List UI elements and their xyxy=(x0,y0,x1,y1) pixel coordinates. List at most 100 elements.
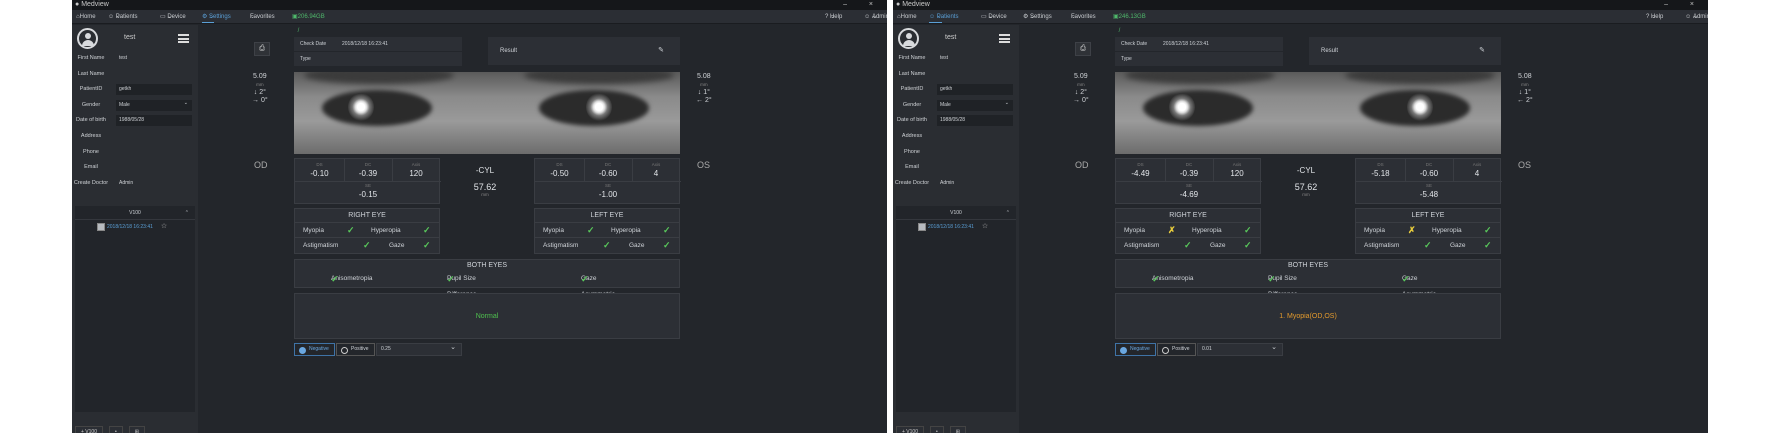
positive-radio[interactable]: Positive xyxy=(1157,343,1196,356)
record-item[interactable]: 2018/12/18 16:23:41 ☆ xyxy=(75,220,195,234)
menu-admin[interactable]: ☺ Admin ⌄ xyxy=(1685,10,1708,24)
field-value[interactable]: Admin xyxy=(116,177,192,189)
menu-settings[interactable]: ⚙ Settings ⌄ xyxy=(1023,10,1052,24)
negative-radio[interactable]: Negative xyxy=(294,343,335,356)
hamburger-menu-icon[interactable] xyxy=(999,34,1010,43)
menu-home[interactable]: ⌂ Home xyxy=(76,10,96,24)
edit-pencil-icon[interactable]: ✎ xyxy=(1479,37,1485,65)
cyl-distance: -CYL 57.62 mm xyxy=(1281,166,1331,197)
result-box: Result ✎ xyxy=(1309,37,1501,65)
star-icon[interactable]: ☆ xyxy=(161,223,167,230)
positive-radio[interactable]: Positive xyxy=(336,343,375,356)
conclusion-box: 1. Myopia(OD,OS) xyxy=(1115,293,1501,339)
menu-settings[interactable]: ⚙ Settings ⌄ xyxy=(202,10,231,23)
title-bar: ● Medview – × xyxy=(893,0,1708,10)
field-value[interactable]: Male xyxy=(116,98,192,111)
field-value[interactable] xyxy=(116,162,192,174)
od-se: -0.15 xyxy=(358,190,378,199)
grid-button[interactable]: ⊞ xyxy=(128,426,145,433)
field-value[interactable]: getkh xyxy=(937,84,1013,96)
field-value[interactable]: 1988/05/28 xyxy=(116,115,192,127)
os-label: OS xyxy=(697,160,711,170)
field-value[interactable]: test xyxy=(116,53,192,64)
record-checkbox[interactable] xyxy=(918,223,926,231)
collapse-icon[interactable]: ⌃ xyxy=(1006,206,1010,220)
result-label: Result xyxy=(500,48,518,54)
menu-patients[interactable]: ☺ Patients ⌄ xyxy=(108,10,137,24)
os-axis: 4 xyxy=(1474,169,1480,178)
right-eye-findings: RIGHT EYE Myopia ✓ Hyperopia ✓ Astigmatism ✓… xyxy=(294,208,440,254)
field-label: Email xyxy=(905,164,919,171)
threshold-select[interactable]: 0.01 xyxy=(1197,342,1283,356)
od-refraction-table: DS -4.49 DC -0.39 Axis 120 SE -4.69 xyxy=(1115,158,1262,204)
os-refraction-table: DS -0.50 DC -0.60 Axis 4 SE -1.00 xyxy=(534,158,681,204)
record-group-header[interactable]: V100 ⌃ xyxy=(75,206,195,220)
patient-sidebar: test First Name test Last Name PatientID get… xyxy=(72,25,198,433)
od-pupil-info: 5.09 mm ↓ 2° → 0° xyxy=(252,73,268,104)
field-value[interactable]: Admin xyxy=(937,177,1013,189)
threshold-select[interactable]: 0.25 xyxy=(376,342,462,356)
record-item[interactable]: 2018/12/18 16:23:41 ☆ xyxy=(896,220,1016,234)
window-controls[interactable]: – × xyxy=(843,0,883,10)
od-label: OD xyxy=(1075,160,1089,170)
add-record-button[interactable]: + V100 xyxy=(896,426,924,433)
negative-radio[interactable]: Negative xyxy=(1115,343,1156,356)
field-label: First Name xyxy=(898,55,926,61)
field-value[interactable] xyxy=(116,68,192,80)
menu-favorites[interactable]: Favorites ⌄ xyxy=(1071,10,1096,24)
field-label: Last Name xyxy=(77,70,105,77)
patient-field-row: Email xyxy=(72,160,198,176)
menu-home[interactable]: ⌂ Home xyxy=(897,10,917,24)
od-ds: -0.10 xyxy=(310,169,329,178)
field-value[interactable] xyxy=(937,146,1013,158)
sidebar-buttons: + V100 • ⊞ xyxy=(896,420,972,433)
record-checkbox[interactable] xyxy=(97,223,105,231)
dot-button[interactable]: • xyxy=(109,426,123,433)
field-value[interactable] xyxy=(116,130,192,142)
field-value[interactable] xyxy=(937,162,1013,174)
printer-icon: ⎙ xyxy=(259,45,265,52)
add-record-button[interactable]: + V100 xyxy=(75,426,103,433)
field-value[interactable] xyxy=(937,130,1013,142)
menu-favorites[interactable]: Favorites ⌄ xyxy=(250,10,275,24)
patient-field-row: Gender Male xyxy=(893,98,1019,114)
os-pupil-size: 5.08 xyxy=(1518,73,1532,80)
field-value[interactable] xyxy=(116,146,192,158)
od-dc: -0.39 xyxy=(358,169,378,178)
left-eye-findings: LEFT EYE Myopia ✓ Hyperopia ✓ Astigmatism ✓ G… xyxy=(534,208,680,254)
field-value[interactable]: Male xyxy=(937,98,1013,111)
field-label: PatientID xyxy=(79,86,103,93)
record-list: V100 ⌃ 2018/12/18 16:23:41 ☆ xyxy=(896,206,1016,412)
check-info: Check Date 2018/12/18 16:23:41 Type xyxy=(1115,37,1283,67)
storage-indicator: ▣ 246.13GB / 675.95GB xyxy=(1113,14,1146,48)
menu-device[interactable]: ▭ Device ⌄ xyxy=(160,10,186,24)
patient-field-row: PatientID getkh xyxy=(893,82,1019,98)
collapse-icon[interactable]: ⌃ xyxy=(185,206,189,220)
record-group-header[interactable]: V100 ⌃ xyxy=(896,206,1016,220)
print-button[interactable]: ⎙ xyxy=(254,42,270,56)
field-value[interactable]: getkh xyxy=(116,84,192,96)
edit-pencil-icon[interactable]: ✎ xyxy=(658,37,664,65)
dot-button[interactable]: • xyxy=(930,426,944,433)
menu-admin[interactable]: ☺ Admin ⌄ xyxy=(864,10,887,24)
print-button[interactable]: ⎙ xyxy=(1075,42,1091,56)
field-label: Date of birth xyxy=(897,117,927,124)
menu-device[interactable]: ▭ Device ⌄ xyxy=(981,10,1007,24)
od-se: -4.69 xyxy=(1179,190,1199,199)
grid-button[interactable]: ⊞ xyxy=(949,426,966,433)
hamburger-menu-icon[interactable] xyxy=(178,34,189,43)
eye-image xyxy=(1115,72,1501,154)
check-info: Check Date 2018/12/18 16:23:41 Type xyxy=(294,37,462,67)
both-eyes-findings: BOTH EYES Anisometropia ✓Pupil Size Diff… xyxy=(1115,259,1501,298)
menu-help[interactable]: ? Help ⌄ xyxy=(825,10,842,24)
patient-fields: First Name test Last Name PatientID getkh Gen… xyxy=(893,51,1019,191)
menu-patients[interactable]: ☺ Patients ⌄ xyxy=(929,10,958,23)
window-controls[interactable]: – × xyxy=(1664,0,1704,10)
field-value[interactable]: 1988/05/28 xyxy=(937,115,1013,127)
star-icon[interactable]: ☆ xyxy=(982,223,988,230)
field-value[interactable]: test xyxy=(937,53,1013,64)
os-horizontal-gaze: 2° xyxy=(704,97,712,104)
menu-help[interactable]: ? Help ⌄ xyxy=(1646,10,1663,24)
conclusion-box: Normal xyxy=(294,293,680,339)
field-value[interactable] xyxy=(937,68,1013,80)
